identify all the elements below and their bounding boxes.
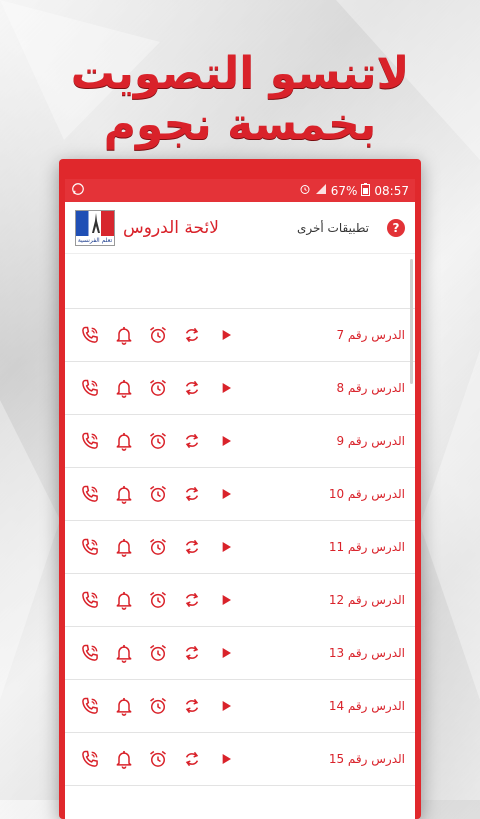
phone-ringtone-icon[interactable] xyxy=(79,642,101,664)
clock-time: 08:57 xyxy=(374,183,409,198)
repeat-icon[interactable] xyxy=(181,642,203,664)
lesson-label: الدرس رقم 8 xyxy=(336,381,405,395)
play-icon[interactable] xyxy=(215,536,237,558)
alarm-clock-icon[interactable] xyxy=(147,483,169,505)
play-icon[interactable] xyxy=(215,748,237,770)
repeat-icon[interactable] xyxy=(181,377,203,399)
phone-ringtone-icon[interactable] xyxy=(79,483,101,505)
page-title: لائحة الدروس xyxy=(123,217,219,238)
lesson-row[interactable]: الدرس رقم 7 xyxy=(65,309,415,362)
lesson-label: الدرس رقم 7 xyxy=(336,328,405,342)
lesson-label: الدرس رقم 13 xyxy=(328,646,405,660)
phone-ringtone-icon[interactable] xyxy=(79,377,101,399)
lesson-row[interactable]: الدرس رقم 14 xyxy=(65,680,415,733)
play-icon[interactable] xyxy=(215,695,237,717)
ad-placeholder xyxy=(65,254,415,308)
bell-notification-icon[interactable] xyxy=(113,642,135,664)
phone-ringtone-icon[interactable] xyxy=(79,324,101,346)
bell-notification-icon[interactable] xyxy=(113,483,135,505)
alarm-clock-icon[interactable] xyxy=(147,324,169,346)
play-icon[interactable] xyxy=(215,430,237,452)
repeat-icon[interactable] xyxy=(181,589,203,611)
app-bar: تعلم الفرنسية بسهولة لائحة الدروس تطبيقا… xyxy=(65,202,415,254)
logo-caption: تعلم الفرنسية بسهولة xyxy=(76,235,114,245)
app-screen: 67% 08:57 تعلم الفرنسية بسهولة لائحة الد… xyxy=(65,179,415,819)
play-icon[interactable] xyxy=(215,589,237,611)
bell-notification-icon[interactable] xyxy=(113,695,135,717)
phone-ringtone-icon[interactable] xyxy=(79,430,101,452)
bell-notification-icon[interactable] xyxy=(113,430,135,452)
play-icon[interactable] xyxy=(215,377,237,399)
bell-notification-icon[interactable] xyxy=(113,748,135,770)
alarm-status-icon xyxy=(299,183,311,198)
lesson-row[interactable]: الدرس رقم 15 xyxy=(65,733,415,786)
repeat-icon[interactable] xyxy=(181,536,203,558)
lesson-label: الدرس رقم 12 xyxy=(328,593,405,607)
phone-ringtone-icon[interactable] xyxy=(79,748,101,770)
bell-notification-icon[interactable] xyxy=(113,324,135,346)
play-icon[interactable] xyxy=(215,642,237,664)
battery-percent: 67% xyxy=(330,183,358,198)
phone-frame: 67% 08:57 تعلم الفرنسية بسهولة لائحة الد… xyxy=(59,159,421,819)
repeat-icon[interactable] xyxy=(181,748,203,770)
phone-ringtone-icon[interactable] xyxy=(79,536,101,558)
bell-notification-icon[interactable] xyxy=(113,589,135,611)
lesson-label: الدرس رقم 11 xyxy=(328,540,405,554)
alarm-clock-icon[interactable] xyxy=(147,748,169,770)
lesson-label: الدرس رقم 14 xyxy=(328,699,405,713)
lesson-label: الدرس رقم 10 xyxy=(328,487,405,501)
eiffel-tower-icon xyxy=(92,212,100,233)
lesson-row[interactable]: الدرس رقم 11 xyxy=(65,521,415,574)
lesson-list: الدرس رقم 7 الدرس رقم 8 الدرس رقم 9 الدر… xyxy=(65,308,415,786)
lesson-row[interactable]: الدرس رقم 10 xyxy=(65,468,415,521)
repeat-icon[interactable] xyxy=(181,430,203,452)
repeat-icon[interactable] xyxy=(181,324,203,346)
repeat-icon[interactable] xyxy=(181,695,203,717)
battery-icon xyxy=(361,182,371,199)
alarm-clock-icon[interactable] xyxy=(147,430,169,452)
lesson-row[interactable]: الدرس رقم 12 xyxy=(65,574,415,627)
lesson-row[interactable]: الدرس رقم 13 xyxy=(65,627,415,680)
signal-icon xyxy=(315,183,327,198)
alarm-clock-icon[interactable] xyxy=(147,695,169,717)
other-apps-link[interactable]: تطبيقات أخرى xyxy=(297,221,369,235)
alarm-clock-icon[interactable] xyxy=(147,642,169,664)
alarm-clock-icon[interactable] xyxy=(147,536,169,558)
status-bar: 67% 08:57 xyxy=(65,179,415,202)
phone-ringtone-icon[interactable] xyxy=(79,695,101,717)
whatsapp-icon xyxy=(71,182,85,199)
bell-notification-icon[interactable] xyxy=(113,536,135,558)
alarm-clock-icon[interactable] xyxy=(147,377,169,399)
help-icon[interactable]: ? xyxy=(387,218,405,237)
play-icon[interactable] xyxy=(215,324,237,346)
repeat-icon[interactable] xyxy=(181,483,203,505)
lesson-row[interactable]: الدرس رقم 9 xyxy=(65,415,415,468)
phone-ringtone-icon[interactable] xyxy=(79,589,101,611)
scrollbar[interactable] xyxy=(410,259,413,384)
lesson-row[interactable]: الدرس رقم 8 xyxy=(65,362,415,415)
lesson-label: الدرس رقم 15 xyxy=(328,752,405,766)
play-icon[interactable] xyxy=(215,483,237,505)
bell-notification-icon[interactable] xyxy=(113,377,135,399)
app-logo: تعلم الفرنسية بسهولة xyxy=(75,209,115,246)
lesson-label: الدرس رقم 9 xyxy=(336,434,405,448)
promo-banner: لاتنسو التصويت بخمسة نجوم xyxy=(70,48,410,150)
alarm-clock-icon[interactable] xyxy=(147,589,169,611)
